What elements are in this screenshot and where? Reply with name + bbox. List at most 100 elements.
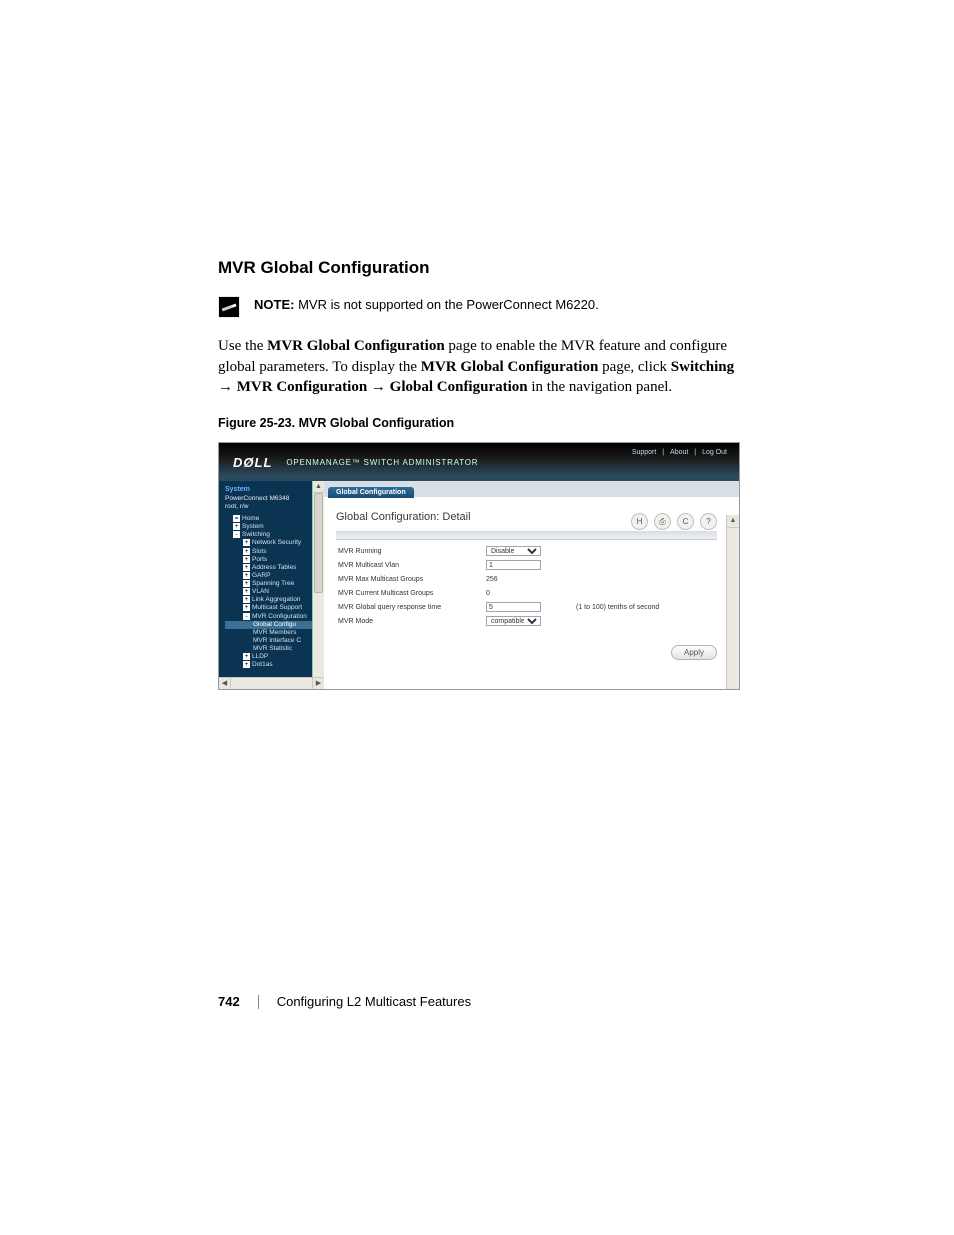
- top-links: Support | About | Log Out: [630, 449, 729, 456]
- tree-toggler-icon[interactable]: +: [243, 604, 250, 611]
- nav-tree-item[interactable]: +System: [225, 523, 324, 531]
- form-row: MVR Max Multicast Groups256: [336, 572, 717, 586]
- nav-tree-label: MVR Statistic: [253, 645, 292, 652]
- tree-toggler-icon[interactable]: +: [243, 653, 250, 660]
- nav-tree-label: Network Security: [252, 539, 301, 546]
- nav-tree-item[interactable]: Global Configu: [225, 621, 324, 629]
- apply-button[interactable]: Apply: [671, 645, 717, 660]
- scroll-up-icon[interactable]: ▲: [727, 515, 739, 528]
- form-row: MVR Multicast Vlan: [336, 558, 717, 572]
- nav-tree-label: Address Tables: [252, 564, 296, 571]
- nav-tree-label: Slots: [252, 548, 266, 555]
- form-static-value: 0: [486, 590, 490, 597]
- nav-tree-item[interactable]: +Slots: [225, 548, 324, 556]
- footer-separator: [258, 995, 259, 1009]
- nav-tree-label: MVR Configuration: [252, 613, 307, 620]
- nav-tree-label: Global Configu: [253, 621, 296, 628]
- tree-toggler-icon[interactable]: -: [233, 531, 240, 538]
- nav-tree-item[interactable]: -MVR Configuration: [225, 613, 324, 621]
- nav-tree-item[interactable]: =Home: [225, 515, 324, 523]
- note-block: NOTE: MVR is not supported on the PowerC…: [218, 296, 738, 318]
- scroll-up-icon[interactable]: ▲: [313, 481, 324, 493]
- screenshot: DØLL OPENMANAGE™ SWITCH ADMINISTRATOR Su…: [218, 442, 740, 690]
- nav-sidebar: System PowerConnect M6348 root, r/w =Hom…: [219, 481, 324, 689]
- page-footer: 742 Configuring L2 Multicast Features: [218, 994, 471, 1009]
- content-vertical-scrollbar[interactable]: ▲: [726, 515, 739, 689]
- note-icon: [218, 296, 240, 318]
- nav-tree-label: System: [242, 523, 264, 530]
- sidebar-model: PowerConnect M6348: [225, 495, 324, 503]
- form-label: MVR Mode: [336, 618, 486, 625]
- tree-toggler-icon[interactable]: +: [243, 564, 250, 571]
- nav-tree-label: Ports: [252, 556, 267, 563]
- nav-tree-item[interactable]: +Dot1as: [225, 661, 324, 669]
- logout-link[interactable]: Log Out: [702, 449, 727, 456]
- tree-toggler-icon[interactable]: +: [243, 539, 250, 546]
- tree-toggler-icon[interactable]: +: [243, 588, 250, 595]
- sidebar-system-label: System: [225, 486, 324, 495]
- print-icon[interactable]: ⎙: [654, 513, 671, 530]
- form-select[interactable]: Disable: [486, 546, 541, 556]
- tree-toggler-icon[interactable]: +: [233, 523, 240, 530]
- sidebar-vertical-scrollbar[interactable]: ▲: [312, 481, 324, 677]
- about-link[interactable]: About: [670, 449, 688, 456]
- nav-tree-label: GARP: [252, 572, 270, 579]
- nav-tree-item[interactable]: +Spanning Tree: [225, 580, 324, 588]
- form-label: MVR Max Multicast Groups: [336, 576, 486, 583]
- tree-toggler-icon[interactable]: +: [243, 572, 250, 579]
- support-link[interactable]: Support: [632, 449, 657, 456]
- nav-tree-item[interactable]: +Network Security: [225, 539, 324, 547]
- help-icon[interactable]: ?: [700, 513, 717, 530]
- form-label: MVR Global query response time: [336, 604, 486, 611]
- form-hint: (1 to 100) tenths of second: [576, 604, 716, 611]
- brand-logo: DØLL: [219, 455, 286, 470]
- nav-tree-item[interactable]: +Ports: [225, 556, 324, 564]
- tree-toggler-icon[interactable]: -: [243, 613, 250, 620]
- form-static-value: 256: [486, 576, 498, 583]
- nav-tree-item[interactable]: +Link Aggregation: [225, 596, 324, 604]
- nav-tree-item[interactable]: +Multicast Support: [225, 604, 324, 612]
- nav-tree-label: VLAN: [252, 588, 269, 595]
- sidebar-horizontal-scrollbar[interactable]: ◀ ▶: [219, 677, 324, 689]
- tree-toggler-icon[interactable]: +: [243, 596, 250, 603]
- nav-tree-item[interactable]: +LLDP: [225, 653, 324, 661]
- tree-toggler-icon[interactable]: +: [243, 548, 250, 555]
- note-text: MVR is not supported on the PowerConnect…: [294, 297, 598, 312]
- save-icon[interactable]: H: [631, 513, 648, 530]
- form-input[interactable]: [486, 560, 541, 570]
- panel-separator: [336, 531, 717, 540]
- sidebar-user: root, r/w: [225, 503, 324, 511]
- form-row: MVR Current Multicast Groups0: [336, 586, 717, 600]
- scroll-thumb[interactable]: [314, 493, 323, 593]
- tree-toggler-icon[interactable]: +: [243, 556, 250, 563]
- form-row: MVR Global query response time (1 to 100)…: [336, 600, 717, 614]
- nav-tree-label: Multicast Support: [252, 604, 302, 611]
- form-select[interactable]: compatible: [486, 616, 541, 626]
- nav-tree-label: MVR Interface C: [253, 637, 301, 644]
- form-label: MVR Current Multicast Groups: [336, 590, 486, 597]
- form-input[interactable]: [486, 602, 541, 612]
- refresh-icon[interactable]: C: [677, 513, 694, 530]
- nav-tree-item[interactable]: -Switching: [225, 531, 324, 539]
- nav-tree-item[interactable]: +GARP: [225, 572, 324, 580]
- nav-tree-item[interactable]: MVR Interface C: [225, 637, 324, 645]
- nav-tree-item[interactable]: MVR Members: [225, 629, 324, 637]
- nav-tree-label: Spanning Tree: [252, 580, 294, 587]
- scroll-left-icon[interactable]: ◀: [219, 678, 231, 689]
- form-label: MVR Multicast Vlan: [336, 562, 486, 569]
- tree-toggler-icon[interactable]: =: [233, 515, 240, 522]
- nav-tree-label: Switching: [242, 531, 270, 538]
- nav-tree-label: LLDP: [252, 653, 268, 660]
- tree-toggler-icon[interactable]: +: [243, 580, 250, 587]
- chapter-title: Configuring L2 Multicast Features: [277, 994, 471, 1009]
- form-label: MVR Running: [336, 548, 486, 555]
- tree-toggler-icon[interactable]: +: [243, 661, 250, 668]
- figure-caption: Figure 25-23. MVR Global Configuration: [218, 416, 738, 430]
- nav-tree-item[interactable]: +VLAN: [225, 588, 324, 596]
- nav-tree-item[interactable]: +Address Tables: [225, 564, 324, 572]
- nav-tree-label: MVR Members: [253, 629, 296, 636]
- nav-tree-item[interactable]: MVR Statistic: [225, 645, 324, 653]
- scroll-right-icon[interactable]: ▶: [312, 678, 324, 689]
- tab-global-configuration[interactable]: Global Configuration: [328, 487, 414, 498]
- app-title: OPENMANAGE™ SWITCH ADMINISTRATOR: [286, 458, 478, 467]
